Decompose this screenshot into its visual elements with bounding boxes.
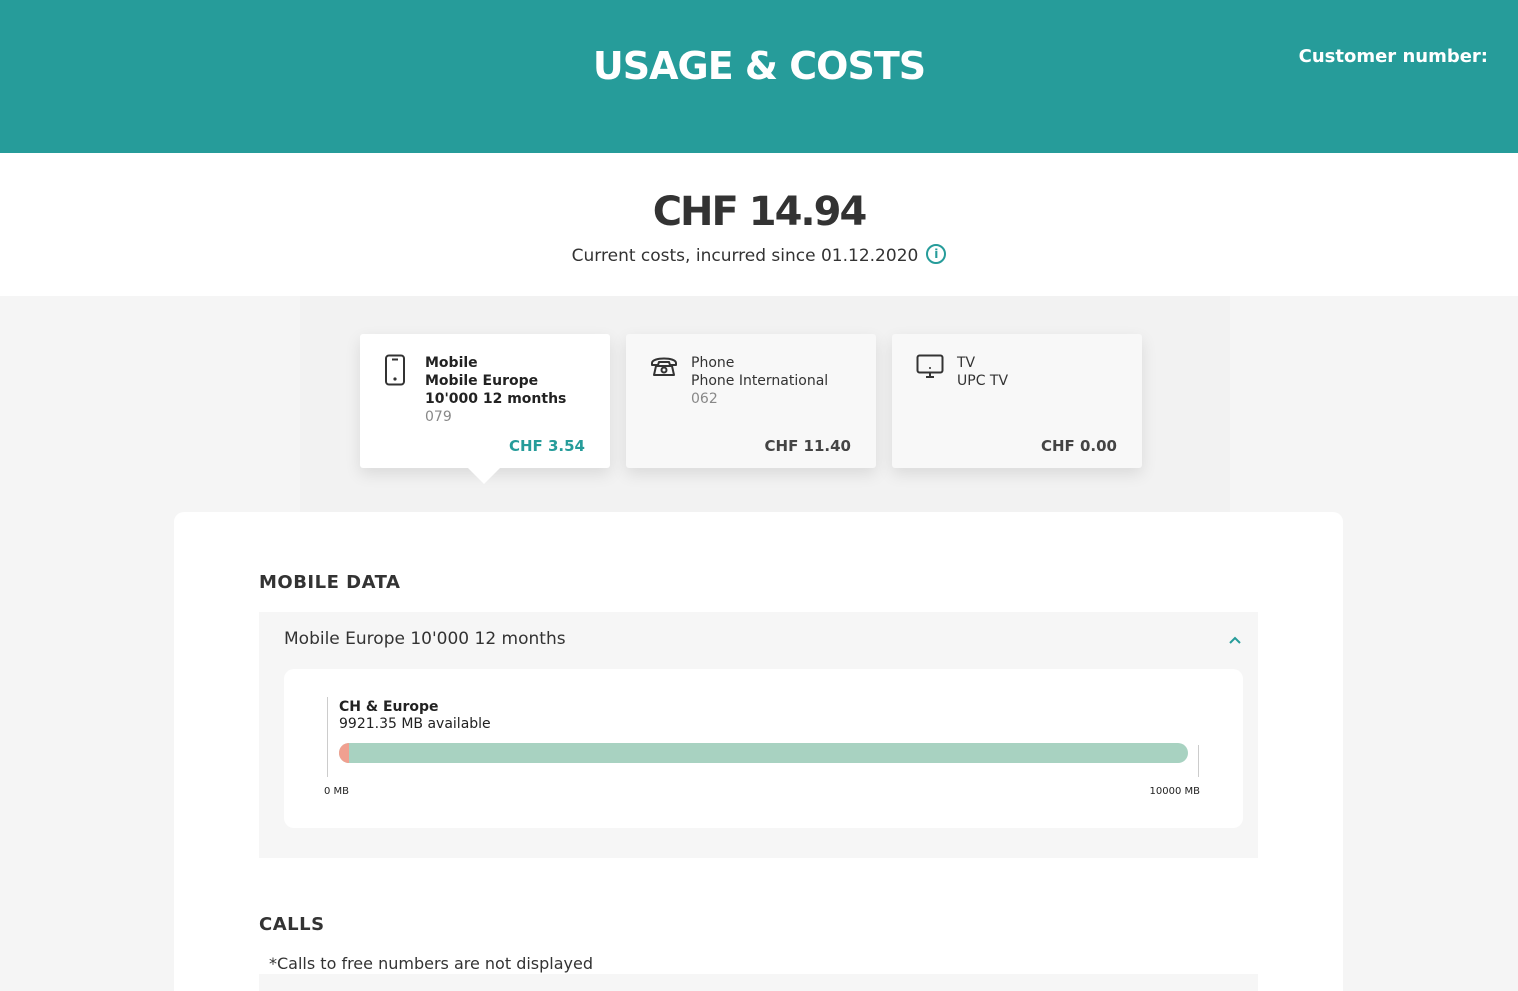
- axis-end-tick: [1198, 745, 1199, 777]
- telephone-icon: [650, 354, 678, 382]
- tile-price: CHF 11.40: [764, 437, 851, 455]
- mobile-plan-label: Mobile Europe 10'000 12 months: [284, 629, 566, 649]
- tile-tv[interactable]: TV UPC TV CHF 0.00: [892, 334, 1142, 468]
- calls-title: CALLS: [259, 914, 325, 935]
- info-icon[interactable]: i: [926, 244, 947, 264]
- customer-number-label: Customer number:: [1298, 46, 1488, 67]
- tv-icon: [916, 354, 944, 384]
- cost-period-text: Current costs, incurred since 01.12.2020: [571, 246, 919, 266]
- axis-max-label: 10000 MB: [1149, 786, 1200, 797]
- tile-price: CHF 0.00: [1040, 437, 1117, 455]
- tile-plan-detail: 10'000 12 months: [425, 391, 567, 407]
- mobile-phone-icon: [384, 354, 406, 390]
- tile-category: Phone: [691, 355, 735, 371]
- tile-category: TV: [957, 355, 976, 371]
- usage-available: 9921.35 MB available: [339, 716, 491, 732]
- total-cost: CHF 14.94: [652, 189, 868, 235]
- tile-phone[interactable]: Phone Phone International 062 CHF 11.40: [626, 334, 876, 468]
- tile-plan: Phone International: [691, 373, 829, 389]
- page-header: USAGE & COSTS Customer number:: [0, 0, 1518, 153]
- data-usage-bar: [339, 743, 1188, 763]
- axis-start-tick: [327, 697, 328, 777]
- tile-price: CHF 3.54: [508, 437, 585, 455]
- mobile-data-title: MOBILE DATA: [259, 572, 401, 593]
- tile-plan: Mobile Europe: [425, 373, 539, 389]
- mobile-plan-details: CH & Europe 9921.35 MB available 0 MB 10…: [259, 667, 1258, 858]
- data-usage-card: CH & Europe 9921.35 MB available 0 MB 10…: [284, 669, 1243, 828]
- axis-min-label: 0 MB: [324, 786, 350, 797]
- tile-category: Mobile: [425, 355, 478, 371]
- cost-period: Current costs, incurred since 01.12.2020…: [0, 244, 1518, 266]
- data-used-fill: [339, 743, 350, 763]
- usage-zone-name: CH & Europe: [339, 699, 439, 715]
- cost-summary: CHF 14.94 Current costs, incurred since …: [0, 153, 1518, 296]
- tile-mobile[interactable]: Mobile Mobile Europe 10'000 12 months 07…: [360, 334, 610, 468]
- calls-note: *Calls to free numbers are not displayed: [269, 954, 593, 973]
- calls-accordion[interactable]: [259, 974, 1258, 991]
- usage-panel: MOBILE DATA Mobile Europe 10'000 12 mont…: [174, 512, 1343, 991]
- mobile-plan-accordion[interactable]: Mobile Europe 10'000 12 months: [259, 612, 1258, 667]
- tile-number: 062: [691, 391, 718, 407]
- tile-plan: UPC TV: [957, 373, 1009, 389]
- active-tile-pointer: [468, 468, 500, 484]
- tile-number: 079: [425, 409, 452, 425]
- page-title: USAGE & COSTS: [592, 44, 926, 88]
- chevron-up-icon[interactable]: [1228, 626, 1242, 650]
